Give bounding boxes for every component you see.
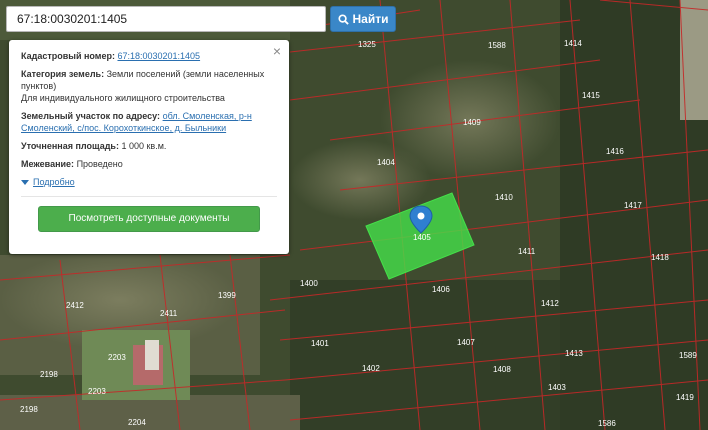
clearing-patch [290,140,430,220]
road-strip [0,395,300,430]
parcel-label: 2203 [88,387,106,396]
parcel-label: 2412 [66,301,84,310]
parcel-label: 1411 [518,247,536,256]
parcel-label: 1399 [218,291,236,300]
survey-value: Проведено [76,159,123,169]
details-label: Подробно [33,177,75,187]
parcel-label: 1404 [377,158,395,167]
house-roof [145,340,159,370]
survey-row: Межевание: Проведено [21,158,277,170]
parcel-label: 2198 [20,405,38,414]
usage-value: Для индивидуального жилищного строительс… [21,93,225,103]
search-input[interactable]: 67:18:0030201:1405 [6,6,326,32]
parcel-label: 1588 [488,41,506,50]
parcel-label: 1418 [651,253,669,262]
parcel-label: 1416 [606,147,624,156]
cadastral-row: Кадастровый номер: 67:18:0030201:1405 [21,50,277,62]
parcel-label: 1400 [300,279,318,288]
parcel-label: 1412 [541,299,559,308]
selected-parcel-label: 1405 [413,233,431,242]
parcel-label: 1586 [598,419,616,428]
cadastral-label: Кадастровый номер: [21,51,115,61]
address-row: Земельный участок по адресу: обл. Смолен… [21,110,277,134]
parcel-label: 1325 [358,40,376,49]
cadastral-link[interactable]: 67:18:0030201:1405 [117,51,200,61]
parcel-label: 1407 [457,338,475,347]
triangle-down-icon [21,179,29,185]
road-strip [680,0,708,120]
parcel-label: 1415 [582,91,600,100]
parcel-label: 1589 [679,351,697,360]
area-row: Уточненная площадь: 1 000 кв.м. [21,140,277,152]
parcel-label: 1410 [495,193,513,202]
parcel-label: 1406 [432,285,450,294]
search-icon [337,13,349,25]
parcel-label: 1401 [311,339,329,348]
category-label: Категория земель: [21,69,105,79]
view-documents-button[interactable]: Посмотреть доступные документы [38,206,260,232]
parcel-label: 2198 [40,370,58,379]
divider [21,196,277,197]
parcel-info-popup: × Кадастровый номер: 67:18:0030201:1405 … [9,40,289,254]
close-icon[interactable]: × [273,44,281,58]
parcel-label: 1417 [624,201,642,210]
parcel-label: 2204 [128,418,146,427]
parcel-label: 2411 [160,309,178,318]
parcel-label: 2203 [108,353,126,362]
parcel-label: 1419 [676,393,694,402]
address-label: Земельный участок по адресу: [21,111,161,121]
survey-label: Межевание: [21,159,75,169]
area-label: Уточненная площадь: [21,141,119,151]
category-row: Категория земель: Земли поселений (земли… [21,68,277,104]
parcel-label: 1414 [564,39,582,48]
search-button[interactable]: Найти [330,6,396,32]
parcel-label: 1408 [493,365,511,374]
area-value: 1 000 кв.м. [121,141,167,151]
parcel-label: 1403 [548,383,566,392]
parcel-label: 1402 [362,364,380,373]
parcel-label: 1409 [463,118,481,127]
parcel-label: 1413 [565,349,583,358]
details-toggle[interactable]: Подробно [21,176,277,188]
search-button-label: Найти [352,12,389,26]
